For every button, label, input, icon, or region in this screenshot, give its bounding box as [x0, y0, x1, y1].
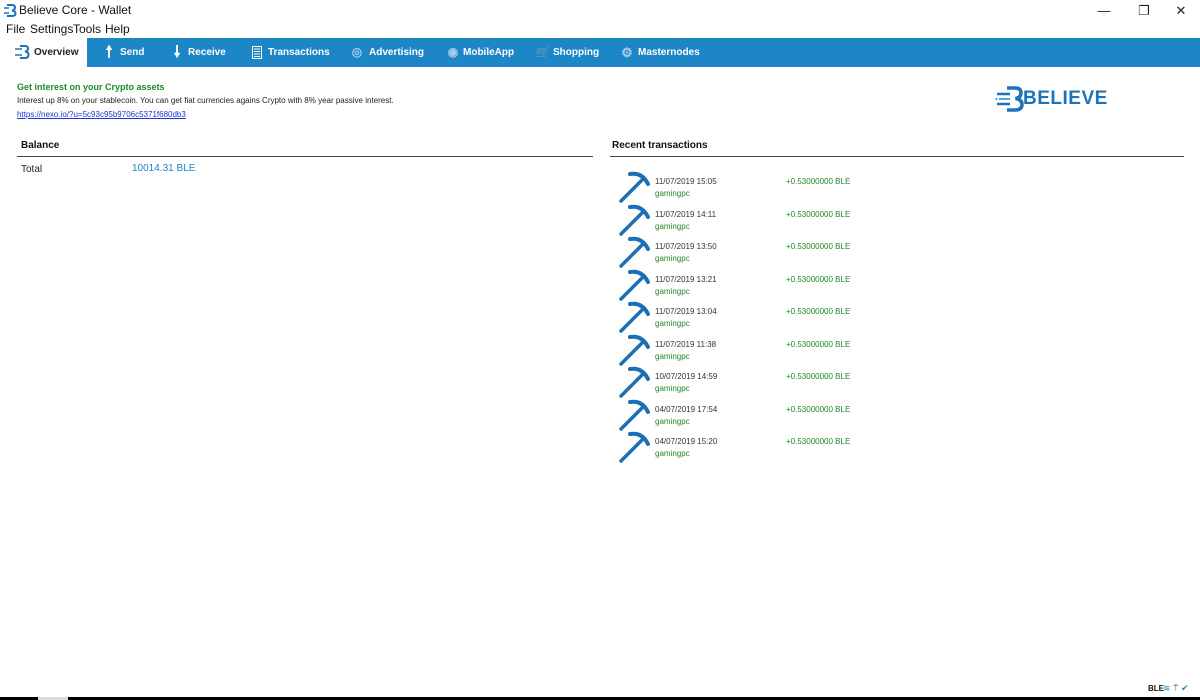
status-icons: ≋ ⍑ ✔ — [1163, 683, 1189, 694]
transaction-row[interactable]: 04/07/2019 17:54 gamingpc +0.53000000 BLE — [618, 398, 918, 431]
tab-label: Receive — [188, 47, 226, 58]
tab-label: Overview — [34, 47, 79, 58]
tab-label: Advertising — [369, 47, 425, 58]
window-title: Believe Core - Wallet — [19, 3, 132, 17]
masternodes-icon: ⚙ — [621, 45, 633, 60]
tab-advertising[interactable]: ◎ Advertising — [348, 38, 430, 67]
believe-logo-icon — [995, 86, 1025, 117]
transaction-row[interactable]: 11/07/2019 13:50 gamingpc +0.53000000 BLE — [618, 235, 918, 268]
believe-logo-icon — [14, 38, 32, 67]
mining-pickaxe-icon — [618, 430, 652, 469]
transaction-address: gamingpc — [655, 416, 690, 426]
transaction-amount: +0.53000000 BLE — [786, 209, 851, 219]
staking-icon: ≋ — [1163, 683, 1171, 693]
transaction-row[interactable]: 10/07/2019 14:59 gamingpc +0.53000000 BLE — [618, 365, 918, 398]
transaction-row[interactable]: 11/07/2019 11:38 gamingpc +0.53000000 BLE — [618, 333, 918, 366]
transaction-amount: +0.53000000 BLE — [786, 242, 851, 251]
tab-masternodes[interactable]: ⚙ Masternodes — [618, 38, 708, 67]
tab-label: Transactions — [268, 47, 330, 58]
transaction-address: gamingpc — [655, 254, 690, 263]
menu-file[interactable]: File — [6, 22, 25, 36]
recent-divider — [610, 156, 1184, 157]
arrow-up-icon: 🠕 — [105, 44, 113, 61]
transaction-amount: +0.53000000 BLE — [786, 404, 851, 414]
tab-label: Masternodes — [638, 47, 700, 58]
tab-label: MobileApp — [463, 47, 515, 58]
balance-title: Balance — [21, 140, 60, 151]
transaction-date: 11/07/2019 13:04 — [655, 307, 717, 316]
transaction-address: gamingpc — [655, 449, 690, 458]
transaction-address: gamingpc — [655, 319, 690, 328]
transaction-row[interactable]: 11/07/2019 14:11 gamingpc +0.53000000 BLE — [618, 203, 918, 236]
transaction-address: gamingpc — [655, 351, 690, 361]
menu-help[interactable]: Help — [105, 22, 130, 36]
transaction-date: 11/07/2019 15:05 — [655, 177, 717, 186]
network-icon: ⍑ — [1173, 683, 1179, 693]
arrow-down-icon: 🠗 — [173, 44, 181, 61]
advertising-icon: ◎ — [351, 45, 363, 59]
tab-shopping[interactable]: 🛒 Shopping — [534, 38, 604, 67]
main-toolbar: Overview 🠕 Send 🠗 Receive Transactions ◎… — [0, 38, 1200, 67]
transaction-date: 04/07/2019 15:20 — [655, 437, 718, 446]
synced-check-icon: ✔ — [1180, 683, 1189, 693]
transaction-date: 04/07/2019 17:54 — [655, 404, 718, 414]
promo-text: Interest up 8% on your stablecoin. You c… — [17, 96, 394, 105]
transaction-amount: +0.53000000 BLE — [786, 274, 851, 284]
transaction-row[interactable]: 11/07/2019 15:05 gamingpc +0.53000000 BLE — [618, 170, 918, 203]
balance-total-label: Total — [21, 164, 43, 175]
transaction-amount: +0.53000000 BLE — [786, 339, 851, 349]
title-bar: Believe Core - Wallet — ❐ ✕ — [0, 0, 1200, 21]
transaction-address: gamingpc — [655, 189, 690, 198]
tab-transactions[interactable]: Transactions — [248, 38, 338, 67]
menu-tools[interactable]: Tools — [73, 22, 101, 36]
transaction-row[interactable]: 11/07/2019 13:04 gamingpc +0.53000000 BLE — [618, 300, 918, 333]
shopping-cart-icon: 🛒 — [535, 45, 551, 59]
close-button[interactable]: ✕ — [1162, 0, 1200, 21]
transaction-amount: +0.53000000 BLE — [786, 372, 851, 381]
transaction-date: 11/07/2019 13:21 — [655, 274, 717, 284]
minimize-button[interactable]: — — [1085, 0, 1123, 21]
tab-receive[interactable]: 🠗 Receive — [168, 38, 238, 67]
transaction-date: 10/07/2019 14:59 — [655, 372, 718, 381]
mobile-app-icon: ◉ — [447, 45, 459, 59]
transaction-date: 11/07/2019 11:38 — [655, 339, 717, 349]
document-list-icon — [248, 38, 266, 67]
promo-link[interactable]: https://nexo.io/?u=5c93c95b9706c5371f680… — [17, 110, 186, 119]
tab-overview[interactable]: Overview — [0, 38, 87, 67]
tab-mobileapp[interactable]: ◉ MobileApp — [444, 38, 524, 67]
transaction-date: 11/07/2019 13:50 — [655, 242, 717, 251]
transaction-address: gamingpc — [655, 286, 690, 296]
transaction-amount: +0.53000000 BLE — [786, 177, 851, 186]
maximize-button[interactable]: ❐ — [1125, 0, 1163, 21]
transaction-row[interactable]: 11/07/2019 13:21 gamingpc +0.53000000 BLE — [618, 268, 918, 301]
tab-label: Shopping — [553, 47, 600, 58]
recent-transactions-title: Recent transactions — [612, 140, 708, 151]
transaction-row[interactable]: 04/07/2019 15:20 gamingpc +0.53000000 BLE — [618, 430, 918, 463]
transaction-amount: +0.53000000 BLE — [786, 437, 851, 446]
transaction-address: gamingpc — [655, 384, 690, 393]
tab-label: Send — [120, 47, 145, 58]
promo-title: Get interest on your Crypto assets — [17, 82, 165, 92]
balance-total-value: 10014.31 BLE — [132, 163, 196, 174]
transaction-address: gamingpc — [655, 221, 690, 231]
balance-divider — [17, 156, 593, 157]
brand-name: BELIEVE — [1023, 88, 1108, 109]
transaction-amount: +0.53000000 BLE — [786, 307, 851, 316]
status-unit[interactable]: BLE — [1148, 684, 1164, 693]
menu-settings[interactable]: Settings — [30, 22, 73, 36]
transaction-date: 11/07/2019 14:11 — [655, 209, 717, 219]
tab-send[interactable]: 🠕 Send — [100, 38, 160, 67]
believe-app-icon — [4, 4, 17, 22]
